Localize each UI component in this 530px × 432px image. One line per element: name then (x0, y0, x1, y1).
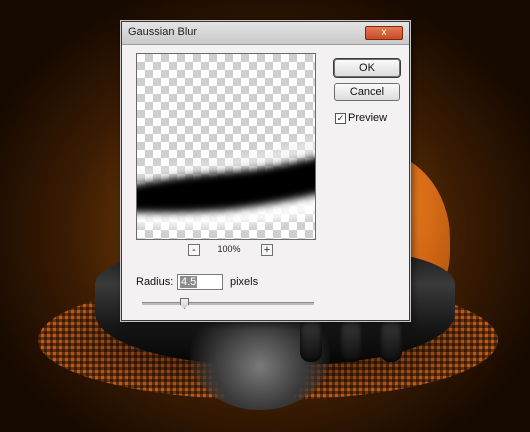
band-mark (300, 318, 322, 362)
dialog-title: Gaussian Blur (128, 26, 198, 38)
zoom-in-button[interactable]: + (261, 244, 273, 256)
radius-input[interactable]: 4.5 (177, 274, 223, 290)
radius-unit-label: pixels (230, 276, 259, 288)
radius-slider-thumb[interactable] (180, 298, 189, 309)
blurred-preview-shape (137, 138, 315, 228)
preview-checkbox-label[interactable]: Preview (348, 112, 387, 124)
dialog-titlebar[interactable]: Gaussian Blur x (122, 22, 409, 45)
band-mark (340, 318, 362, 362)
band-mark (380, 318, 402, 362)
ok-button[interactable]: OK (333, 58, 401, 78)
gaussian-blur-dialog: Gaussian Blur x - 100% + OK Cancel ✓ Pre… (121, 21, 410, 321)
radius-value: 4.5 (180, 276, 198, 288)
preview-area[interactable] (136, 53, 316, 240)
preview-checkbox[interactable]: ✓ (335, 113, 346, 124)
zoom-level: 100% (217, 244, 241, 254)
cancel-button[interactable]: Cancel (334, 83, 400, 101)
radius-slider-track[interactable] (142, 302, 314, 305)
zoom-out-button[interactable]: - (188, 244, 200, 256)
radius-label: Radius: (136, 276, 174, 288)
close-button[interactable]: x (365, 26, 403, 40)
